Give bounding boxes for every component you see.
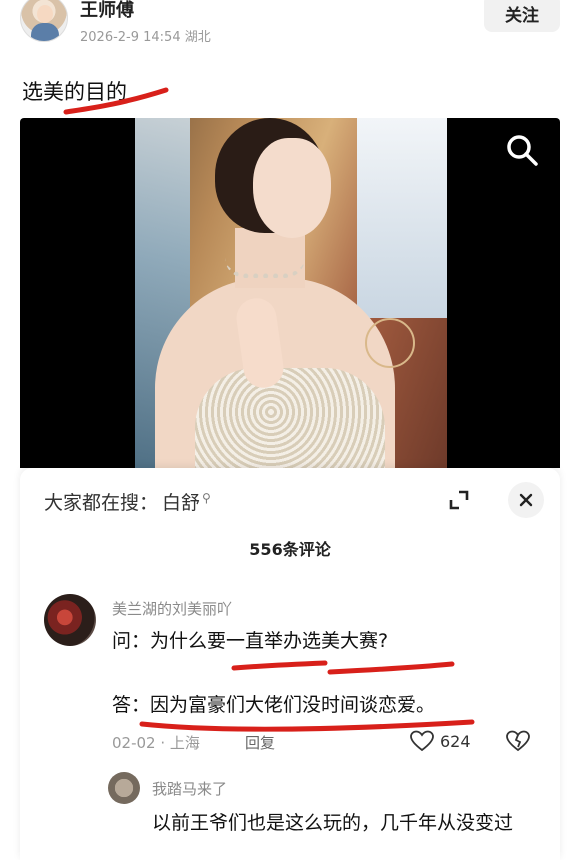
reply-button[interactable]: 回复 <box>245 732 275 753</box>
avatar-body <box>31 23 59 41</box>
backdrop-panel-right <box>357 118 447 318</box>
post-title: 选美的目的 <box>22 80 127 104</box>
post-photo[interactable] <box>20 118 560 468</box>
follow-button[interactable]: 关注 <box>484 0 560 32</box>
figure-dress <box>195 368 385 468</box>
close-icon <box>519 493 533 507</box>
post-meta: 2026-2-9 14:54 湖北 <box>80 30 211 45</box>
expand-icon[interactable] <box>445 486 473 514</box>
comment-date-location: 02-02 · 上海 <box>112 734 200 752</box>
comment-count: 556条评论 <box>249 540 331 559</box>
like-button[interactable]: 624 <box>410 730 471 752</box>
search-icon[interactable] <box>504 132 540 168</box>
search-hint-prefix: 大家都在搜： <box>44 492 159 514</box>
photo-content <box>135 118 447 468</box>
small-search-icon: ⚲ <box>202 490 211 505</box>
backdrop-logo <box>365 318 415 368</box>
comments-sheet: 大家都在搜： 白舒 ⚲ 556条评论 美兰湖的刘美丽吖 问：为什么要一直举办选美… <box>20 468 560 860</box>
comment-question: 问：为什么要一直举办选美大赛? <box>112 630 389 652</box>
comment-answer: 答：因为富豪们大佬们没时间谈恋爱。 <box>112 694 436 716</box>
replier-name[interactable]: 我踏马来了 <box>152 778 227 799</box>
search-term[interactable]: 白舒 <box>162 488 200 515</box>
heart-icon <box>410 730 434 752</box>
close-button[interactable] <box>508 482 544 518</box>
figure-face <box>253 138 331 238</box>
author-avatar[interactable] <box>20 0 68 42</box>
search-suggestion[interactable]: 大家都在搜： 白舒 ⚲ <box>44 488 211 515</box>
author-name[interactable]: 王师傅 <box>80 0 134 22</box>
post-header: 王师傅 2026-2-9 14:54 湖北 关注 <box>0 0 575 56</box>
like-count: 624 <box>440 731 471 751</box>
commenter-avatar[interactable] <box>44 594 96 646</box>
avatar-face <box>37 5 53 23</box>
figure-necklace <box>225 258 305 278</box>
replier-avatar[interactable] <box>108 772 140 804</box>
broken-heart-icon[interactable] <box>506 730 530 752</box>
commenter-name[interactable]: 美兰湖的刘美丽吖 <box>112 598 232 619</box>
reply-text: 以前王爷们也是这么玩的，几千年从没变过 <box>152 812 514 834</box>
